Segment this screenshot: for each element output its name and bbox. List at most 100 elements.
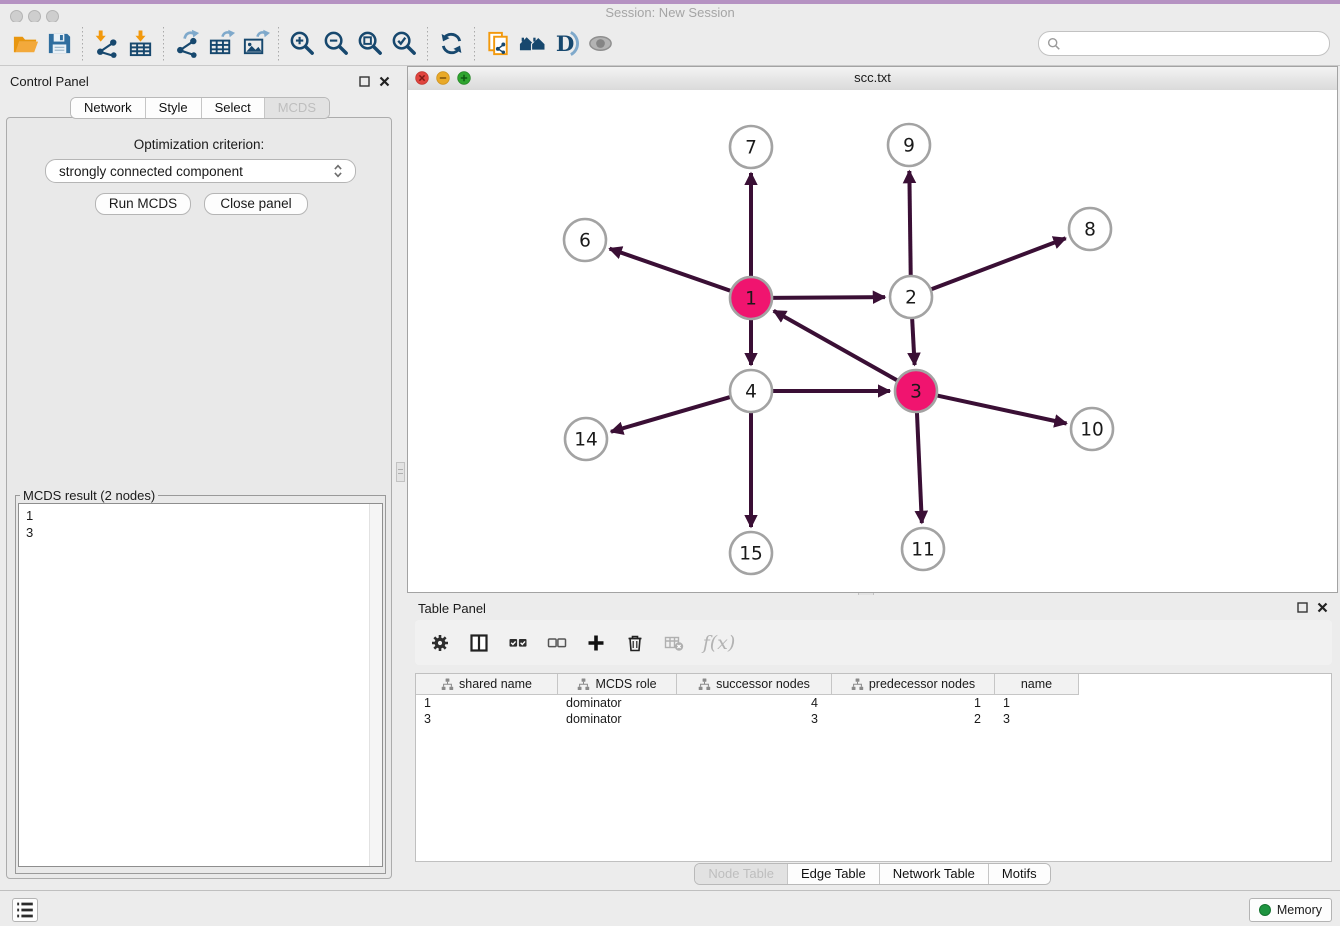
table-row[interactable]: 1dominator411 (416, 695, 1079, 711)
search-input[interactable] (1061, 35, 1329, 53)
node-label: 11 (911, 540, 935, 561)
edge-2-9[interactable] (909, 171, 910, 277)
cell-mcds-role[interactable]: dominator (558, 711, 677, 727)
tab-mcds[interactable]: MCDS (264, 98, 329, 118)
close-panel-icon[interactable] (379, 76, 390, 87)
delete-column-icon[interactable] (624, 632, 646, 654)
node-8[interactable]: 8 (1069, 208, 1111, 250)
tab-select[interactable]: Select (201, 98, 264, 118)
zoom-fit-icon[interactable] (353, 27, 387, 61)
task-history-button[interactable] (12, 898, 38, 922)
open-session-icon[interactable] (8, 27, 42, 61)
zoom-selected-icon[interactable] (387, 27, 421, 61)
cell-successor-nodes[interactable]: 3 (677, 711, 832, 727)
toolbar-separator (278, 27, 279, 61)
node-14[interactable]: 14 (565, 418, 607, 460)
float-panel-icon[interactable] (1297, 602, 1308, 613)
node-10[interactable]: 10 (1071, 408, 1113, 450)
network-zoom-icon[interactable] (457, 71, 471, 85)
mcds-panel: Optimization criterion: strongly connect… (6, 117, 392, 879)
column-header-shared-name[interactable]: shared name (416, 674, 558, 694)
cell-name[interactable]: 3 (995, 711, 1079, 727)
table-tabs: Node TableEdge TableNetwork TableMotifs (694, 863, 1050, 885)
edge-1-2[interactable] (771, 297, 885, 298)
node-11[interactable]: 11 (902, 528, 944, 570)
edge-4-14[interactable] (611, 397, 732, 432)
vertical-splitter-handle[interactable] (396, 462, 405, 482)
tab-network[interactable]: Network (71, 98, 145, 118)
table-tab-node-table[interactable]: Node Table (695, 864, 787, 884)
network-close-icon[interactable] (415, 71, 429, 85)
cell-predecessor-nodes[interactable]: 2 (832, 711, 995, 727)
close-panel-icon[interactable] (1317, 602, 1328, 613)
node-1[interactable]: 1 (730, 277, 772, 319)
search-field[interactable] (1038, 31, 1330, 56)
result-scrollbar[interactable] (369, 504, 382, 866)
table-tab-network-table[interactable]: Network Table (879, 864, 988, 884)
close-panel-button[interactable]: Close panel (204, 193, 308, 215)
column-header-name[interactable]: name (995, 674, 1079, 694)
clear-table-icon[interactable] (663, 632, 685, 654)
table-settings-icon[interactable] (429, 632, 451, 654)
cell-shared-name[interactable]: 1 (416, 695, 558, 711)
cell-predecessor-nodes[interactable]: 1 (832, 695, 995, 711)
zoom-out-icon[interactable] (319, 27, 353, 61)
table-tab-edge-table[interactable]: Edge Table (787, 864, 879, 884)
table-row[interactable]: 3dominator323 (416, 711, 1079, 727)
network-window-titlebar[interactable]: scc.txt (408, 67, 1337, 91)
edge-3-10[interactable] (936, 395, 1067, 423)
memory-button[interactable]: Memory (1249, 898, 1332, 922)
cell-mcds-role[interactable]: dominator (558, 695, 677, 711)
column-label: predecessor nodes (869, 677, 975, 691)
cell-successor-nodes[interactable]: 4 (677, 695, 832, 711)
node-15[interactable]: 15 (730, 532, 772, 574)
network-minimize-icon[interactable] (436, 71, 450, 85)
node-7[interactable]: 7 (730, 126, 772, 168)
edge-2-8[interactable] (930, 238, 1066, 290)
import-table-icon[interactable] (123, 27, 157, 61)
zoom-in-icon[interactable] (285, 27, 319, 61)
manage-networks-icon[interactable] (481, 27, 515, 61)
diffusion-icon[interactable]: D (549, 27, 583, 61)
mcds-result-list[interactable]: 13 (18, 503, 383, 867)
import-network-icon[interactable] (89, 27, 123, 61)
hide-panels-icon[interactable] (583, 27, 617, 61)
column-header-successor-nodes[interactable]: successor nodes (677, 674, 832, 694)
node-label: 2 (905, 288, 917, 309)
node-table[interactable]: shared name MCDS role successor nodes pr… (415, 673, 1332, 862)
column-header-mcds-role[interactable]: MCDS role (558, 674, 677, 694)
network-window-title: scc.txt (854, 70, 891, 85)
export-network-icon[interactable] (170, 27, 204, 61)
node-4[interactable]: 4 (730, 370, 772, 412)
cell-name[interactable]: 1 (995, 695, 1079, 711)
node-2[interactable]: 2 (890, 276, 932, 318)
tab-style[interactable]: Style (145, 98, 201, 118)
select-all-columns-icon[interactable] (507, 632, 529, 654)
run-mcds-button[interactable]: Run MCDS (95, 193, 191, 215)
export-image-icon[interactable] (238, 27, 272, 61)
edge-2-3[interactable] (912, 317, 915, 365)
float-panel-icon[interactable] (359, 76, 370, 87)
edge-3-1[interactable] (774, 311, 899, 381)
network-canvas[interactable]: 1 2 3 4 6 7 8 9 10 11 14 15 (408, 90, 1337, 592)
add-column-icon[interactable] (585, 632, 607, 654)
mcds-result-item[interactable]: 1 (19, 504, 382, 524)
show-column-panel-icon[interactable] (468, 632, 490, 654)
export-table-icon[interactable] (204, 27, 238, 61)
apply-function-icon[interactable]: f(x) (702, 632, 736, 654)
node-3[interactable]: 3 (895, 370, 937, 412)
node-label: 8 (1084, 220, 1096, 241)
save-session-icon[interactable] (42, 27, 76, 61)
apply-layout-icon[interactable] (434, 27, 468, 61)
node-6[interactable]: 6 (564, 219, 606, 261)
deselect-all-columns-icon[interactable] (546, 632, 568, 654)
criterion-dropdown[interactable]: strongly connected component (45, 159, 356, 183)
edge-3-11[interactable] (917, 411, 922, 523)
mcds-result-item[interactable]: 3 (19, 524, 382, 541)
table-tab-motifs[interactable]: Motifs (988, 864, 1050, 884)
column-header-predecessor-nodes[interactable]: predecessor nodes (832, 674, 995, 694)
show-all-networks-icon[interactable] (515, 27, 549, 61)
edge-1-6[interactable] (610, 249, 733, 292)
cell-shared-name[interactable]: 3 (416, 711, 558, 727)
node-9[interactable]: 9 (888, 124, 930, 166)
